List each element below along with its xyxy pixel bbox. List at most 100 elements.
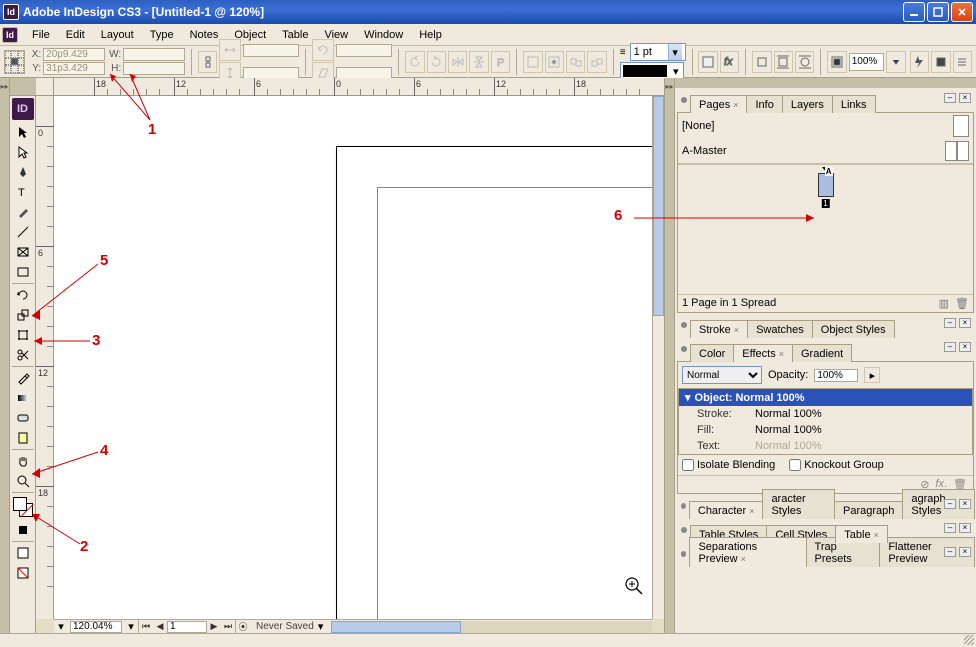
text-wrap-none-icon[interactable] [752, 51, 771, 73]
tab-swatches[interactable]: Swatches [747, 320, 813, 338]
close-button[interactable] [951, 2, 973, 22]
rotate-cw-icon[interactable] [427, 51, 446, 73]
opacity-input[interactable] [814, 369, 858, 382]
opacity-arrow[interactable]: ▸ [864, 367, 880, 383]
tab-paragraph[interactable]: Paragraph [834, 501, 903, 519]
panel-minimize[interactable]: – [944, 547, 956, 557]
zoom-in-arrow[interactable]: ▾ [124, 620, 138, 633]
tab-links[interactable]: Links [832, 95, 876, 113]
isolate-blending-checkbox[interactable]: Isolate Blending [682, 459, 775, 471]
rectangle-tool[interactable] [11, 262, 35, 282]
placeholder-p-icon[interactable]: P [491, 51, 510, 73]
preview-mode[interactable] [11, 563, 35, 583]
effects-target-stroke[interactable]: Stroke:Normal 100% [679, 406, 972, 422]
last-page-button[interactable]: ⏭ [221, 621, 235, 633]
zoom-level-input[interactable] [70, 621, 122, 633]
constrain-proportions-icon[interactable] [198, 51, 217, 73]
view-percent-arrow[interactable] [886, 51, 905, 73]
tab-separations[interactable]: Separations Preview× [689, 537, 806, 567]
ruler-origin[interactable] [36, 78, 54, 96]
rotate-ccw-icon[interactable] [405, 51, 424, 73]
panel-minimize[interactable]: – [944, 93, 956, 103]
panel-close[interactable]: × [959, 93, 971, 103]
master-none-label[interactable]: [None] [682, 120, 714, 132]
prev-page-button[interactable]: ◀ [153, 621, 167, 633]
select-content-icon[interactable] [545, 51, 564, 73]
w-input[interactable] [123, 48, 185, 61]
select-next-icon[interactable] [587, 51, 606, 73]
select-container-icon[interactable] [523, 51, 542, 73]
panel-grip[interactable] [681, 551, 686, 557]
tab-table[interactable]: Table× [835, 525, 888, 543]
panel-minimize[interactable]: – [944, 523, 956, 533]
scale-x-icon[interactable] [219, 39, 241, 61]
free-transform-tool[interactable] [11, 325, 35, 345]
horizontal-scrollbar[interactable] [331, 621, 652, 633]
hand-tool[interactable] [11, 451, 35, 471]
h-input[interactable] [123, 62, 185, 75]
master-a-thumb[interactable] [945, 141, 969, 161]
tab-gradient[interactable]: Gradient [792, 344, 852, 362]
panel-grip[interactable] [681, 97, 687, 103]
effects-target-object[interactable]: ▾Object: Normal 100% [679, 389, 972, 406]
button-tool[interactable] [11, 408, 35, 428]
quick-apply-icon[interactable] [910, 51, 929, 73]
delete-page-icon[interactable]: 🗑 [955, 297, 969, 310]
panel-close[interactable]: × [959, 499, 971, 509]
knockout-group-checkbox[interactable]: Knockout Group [789, 459, 884, 471]
panel-close[interactable]: × [959, 523, 971, 533]
menu-help[interactable]: Help [411, 26, 450, 44]
master-none-thumb[interactable] [953, 115, 969, 137]
panel-minimize[interactable]: – [944, 499, 956, 509]
tab-layers[interactable]: Layers [782, 95, 833, 113]
type-tool[interactable]: T [11, 182, 35, 202]
horizontal-ruler[interactable]: 18126061218 [54, 78, 664, 96]
tab-stroke[interactable]: Stroke× [690, 320, 748, 338]
fx-icon[interactable]: fx [720, 51, 739, 73]
tab-character-styles[interactable]: aracter Styles [762, 489, 835, 519]
panel-close[interactable]: × [959, 318, 971, 328]
status-dropdown[interactable]: ▾ [318, 620, 324, 633]
menu-file[interactable]: File [24, 26, 58, 44]
fit-content-icon[interactable] [827, 51, 846, 73]
stroke-weight-select[interactable]: 1 pt▾ [630, 43, 686, 61]
line-tool[interactable] [11, 222, 35, 242]
pencil-tool[interactable] [11, 202, 35, 222]
pen-tool[interactable] [11, 162, 35, 182]
flip-h-icon[interactable] [448, 51, 467, 73]
tab-pages[interactable]: Pages× [690, 95, 747, 113]
tab-character[interactable]: Character× [689, 501, 764, 519]
menu-layout[interactable]: Layout [93, 26, 142, 44]
rotate-input[interactable] [336, 44, 392, 57]
text-wrap-shape-icon[interactable] [795, 51, 814, 73]
vertical-scrollbar[interactable] [652, 96, 664, 619]
scale-tool[interactable] [11, 305, 35, 325]
x-input[interactable] [43, 48, 105, 61]
first-page-button[interactable]: ⏮ [139, 621, 153, 633]
vertical-ruler[interactable]: 061218 [36, 96, 54, 619]
panel-grip[interactable] [681, 322, 687, 328]
rotate-icon[interactable] [312, 39, 334, 61]
reference-point-grid[interactable] [4, 50, 25, 74]
panel-close[interactable]: × [959, 547, 971, 557]
panel-menu-icon[interactable] [953, 51, 972, 73]
next-page-button[interactable]: ▶ [207, 621, 221, 633]
open-status-icon[interactable]: ⦿ [236, 621, 250, 633]
zoom-out-arrow[interactable]: ▾ [54, 620, 68, 633]
minimize-button[interactable] [903, 2, 925, 22]
tab-effects[interactable]: Effects× [733, 344, 793, 362]
collapse-panels-left[interactable]: ▸▸ [0, 78, 10, 633]
panel-close[interactable]: × [959, 342, 971, 352]
gradient-tool[interactable] [11, 388, 35, 408]
panel-minimize[interactable]: – [944, 342, 956, 352]
scale-x-input[interactable] [243, 44, 299, 57]
tab-color[interactable]: Color [690, 344, 734, 362]
fill-stroke-swatch[interactable] [13, 497, 33, 517]
note-tool[interactable] [11, 428, 35, 448]
document-icon[interactable]: Id [2, 27, 18, 43]
eyedropper-tool[interactable] [11, 368, 35, 388]
effects-icon[interactable] [698, 51, 717, 73]
master-a-label[interactable]: A-Master [682, 145, 727, 157]
bridge-icon[interactable] [931, 51, 950, 73]
scissors-tool[interactable] [11, 345, 35, 365]
